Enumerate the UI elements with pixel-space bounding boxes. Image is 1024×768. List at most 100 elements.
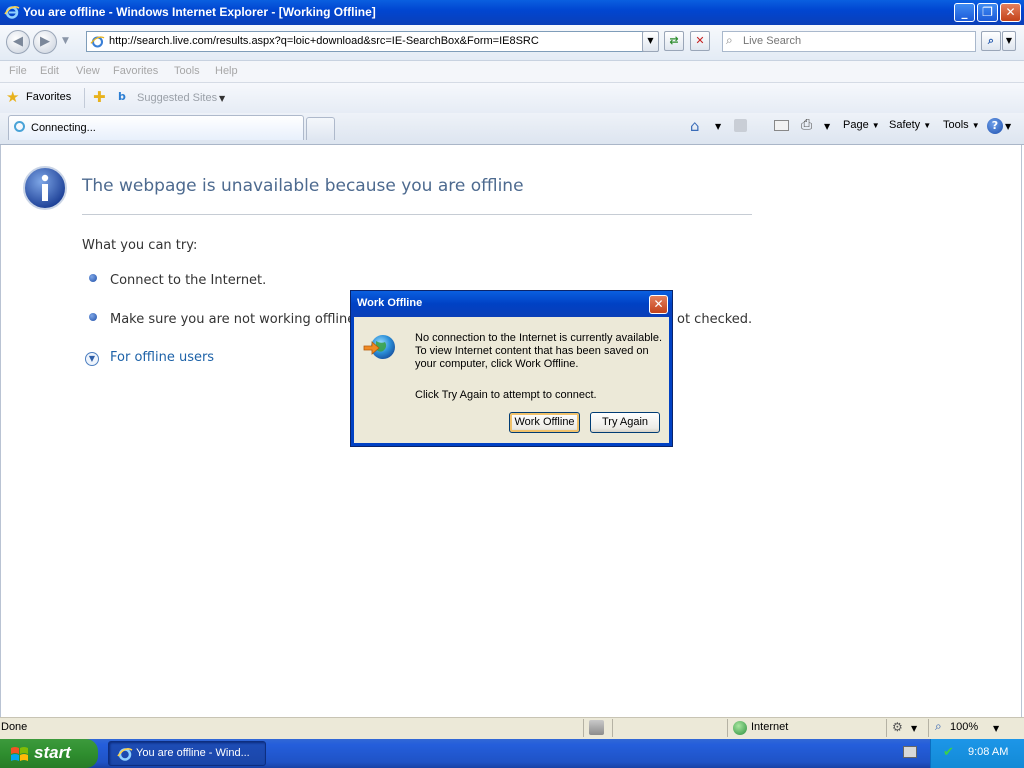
- safety-chevron-icon: ▼: [923, 121, 932, 130]
- suggested-sites-chevron-icon[interactable]: ▼: [219, 94, 225, 103]
- address-url[interactable]: http://search.live.com/results.aspx?q=lo…: [109, 35, 539, 47]
- menu-edit[interactable]: Edit: [40, 65, 59, 77]
- refresh-icon: ⇄: [669, 34, 679, 47]
- dialog-title: Work Offline: [357, 297, 423, 309]
- title-divider: [82, 214, 752, 215]
- search-box[interactable]: ⌕: [722, 31, 976, 52]
- print-icon[interactable]: ⎙: [801, 117, 812, 133]
- internet-zone-icon: [733, 721, 747, 735]
- dialog-title-bar[interactable]: Work Offline: [351, 291, 672, 317]
- globe-offline-icon: [363, 335, 395, 359]
- safety-menu[interactable]: Safety ▼: [889, 119, 931, 131]
- stop-icon: ✕: [695, 34, 705, 47]
- windows-logo-icon: [11, 747, 28, 761]
- protected-mode-chevron-icon[interactable]: ▼: [911, 724, 917, 733]
- tools-menu-label: Tools: [943, 119, 969, 131]
- favorites-star-icon: ★: [6, 88, 20, 106]
- menu-file[interactable]: File: [9, 65, 27, 77]
- tab-label: Connecting...: [31, 122, 96, 134]
- forward-button[interactable]: ▶: [33, 30, 57, 54]
- menu-favorites[interactable]: Favorites: [113, 65, 158, 77]
- work-offline-button[interactable]: Work Offline: [509, 412, 580, 433]
- tip-connect: Connect to the Internet.: [110, 273, 267, 288]
- keyboard-tray-icon[interactable]: [903, 746, 917, 758]
- taskbar-item-ie[interactable]: You are offline - Wind...: [108, 741, 266, 766]
- tip-not-offline: Make sure you are not working offline.: [110, 312, 360, 327]
- expand-chevron-icon[interactable]: ▼: [85, 352, 99, 366]
- tools-chevron-icon: ▼: [971, 121, 980, 130]
- zoom-level[interactable]: 100%: [950, 721, 978, 733]
- offline-users-link[interactable]: For offline users: [110, 350, 214, 365]
- refresh-button[interactable]: ⇄: [664, 31, 684, 51]
- loading-spinner-icon: [14, 121, 25, 132]
- back-button[interactable]: ◀: [6, 30, 30, 54]
- status-separator: [612, 719, 613, 737]
- menu-view[interactable]: View: [76, 65, 100, 77]
- feeds-icon[interactable]: [734, 119, 747, 132]
- status-text: Done: [1, 721, 28, 733]
- info-icon: [23, 166, 67, 210]
- try-label: What you can try:: [82, 238, 198, 253]
- page-ie-icon: [90, 36, 105, 48]
- stop-button[interactable]: ✕: [690, 31, 710, 51]
- address-bar[interactable]: http://search.live.com/results.aspx?q=lo…: [86, 31, 658, 52]
- minimize-button[interactable]: _: [954, 3, 975, 22]
- dialog-hint: Click Try Again to attempt to connect.: [415, 389, 597, 401]
- menu-help[interactable]: Help: [215, 65, 238, 77]
- taskbar-ie-icon: [117, 748, 133, 761]
- page-menu-label: Page: [843, 119, 869, 131]
- add-favorites-icon[interactable]: ✚: [93, 88, 106, 106]
- search-options-button[interactable]: ▼: [1002, 31, 1016, 51]
- status-separator: [886, 719, 887, 737]
- status-separator: [928, 719, 929, 737]
- taskbar-item-label: You are offline - Wind...: [136, 747, 250, 759]
- tip-tail-text: ot checked.: [677, 312, 753, 327]
- clock[interactable]: 9:08 AM: [968, 746, 1008, 758]
- page-chevron-icon: ▼: [871, 121, 880, 130]
- back-arrow-icon: ◀: [13, 34, 23, 49]
- bullet-icon: [89, 274, 97, 282]
- maximize-button[interactable]: ❐: [977, 3, 998, 22]
- dialog-message-line-2: To view Internet content that has been s…: [415, 345, 649, 357]
- window-title: You are offline - Windows Internet Explo…: [23, 5, 376, 19]
- favorites-divider: [84, 88, 85, 108]
- page-menu[interactable]: Page ▼: [843, 119, 880, 131]
- home-chevron-icon[interactable]: ▼: [715, 122, 721, 131]
- zoom-chevron-icon[interactable]: ▼: [993, 724, 999, 733]
- mail-icon[interactable]: [774, 120, 789, 131]
- try-again-button[interactable]: Try Again: [590, 412, 660, 433]
- print-chevron-icon[interactable]: ▼: [824, 122, 830, 131]
- title-bar[interactable]: You are offline - Windows Internet Explo…: [0, 0, 1024, 25]
- address-dropdown-button[interactable]: ▼: [642, 31, 659, 52]
- offline-status-icon[interactable]: [589, 720, 604, 735]
- search-button[interactable]: ⌕: [981, 31, 1001, 51]
- favorites-label: Favorites: [26, 91, 72, 103]
- dialog-message-line-3: your computer, click Work Offline.: [415, 358, 579, 370]
- ie-logo-icon: [4, 6, 20, 19]
- status-separator: [583, 719, 584, 737]
- dialog-close-button[interactable]: ✕: [649, 295, 668, 314]
- protected-mode-icon[interactable]: ⚙: [892, 720, 903, 734]
- suggested-sites-link[interactable]: Suggested Sites: [137, 92, 217, 104]
- recent-pages-chevron-icon[interactable]: ▼: [62, 36, 69, 46]
- search-icon: ⌕: [987, 34, 995, 47]
- start-label: start: [34, 743, 71, 762]
- help-chevron-icon[interactable]: ▼: [1005, 122, 1011, 131]
- close-window-button[interactable]: ✕: [1000, 3, 1021, 22]
- zoom-icon[interactable]: ⌕: [935, 719, 942, 734]
- search-input[interactable]: [741, 34, 975, 48]
- status-bar: [0, 717, 1024, 740]
- status-separator: [727, 719, 728, 737]
- forward-arrow-icon: ▶: [40, 34, 50, 49]
- bullet-icon: [89, 313, 97, 321]
- network-tray-icon[interactable]: ✔: [943, 745, 954, 760]
- tools-menu[interactable]: Tools ▼: [943, 119, 980, 131]
- tab-current[interactable]: Connecting...: [8, 115, 304, 140]
- new-tab-button[interactable]: [306, 117, 335, 140]
- help-icon[interactable]: ?: [987, 118, 1003, 134]
- zone-label: Internet: [751, 721, 789, 733]
- menu-tools[interactable]: Tools: [174, 65, 200, 77]
- start-button[interactable]: start: [0, 739, 98, 768]
- safety-menu-label: Safety: [889, 119, 921, 131]
- home-icon[interactable]: ⌂: [690, 117, 700, 135]
